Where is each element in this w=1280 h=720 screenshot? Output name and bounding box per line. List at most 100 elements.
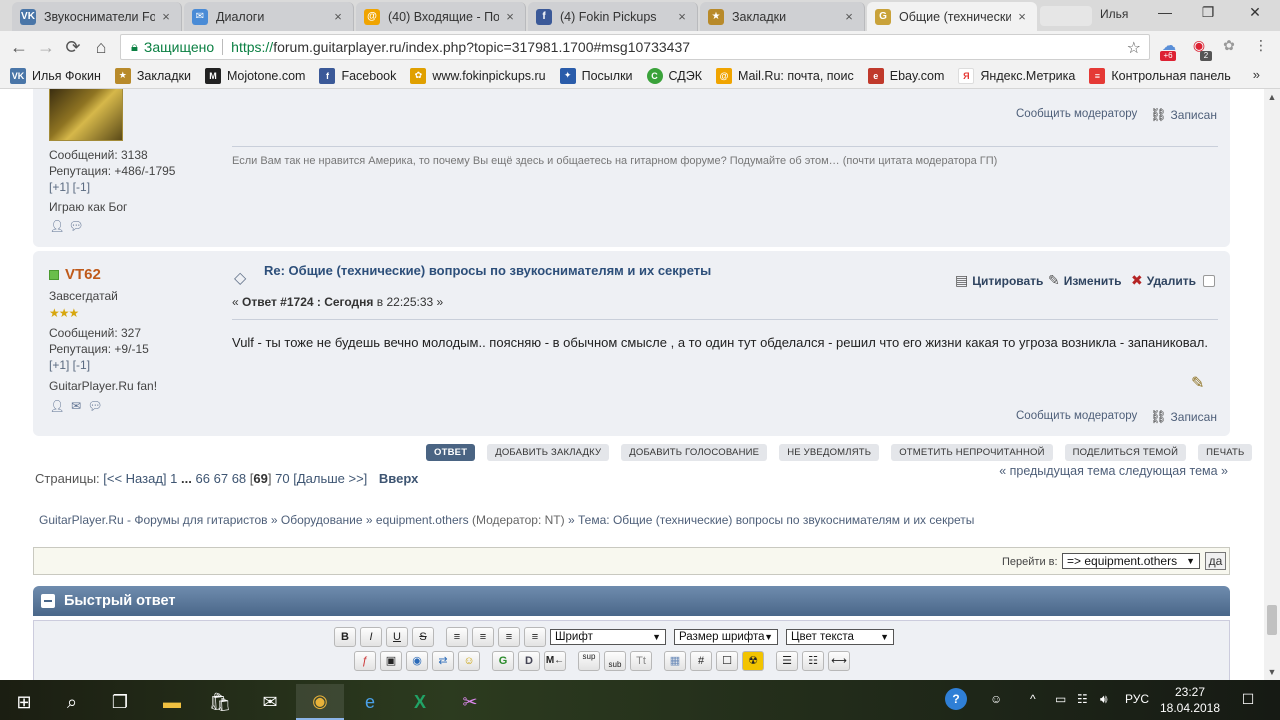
page-scrollbar[interactable]: ▲ ▼ bbox=[1264, 89, 1280, 680]
font-select[interactable]: Шрифт ▼ bbox=[550, 629, 666, 645]
numbered-list-button[interactable]: ☷ bbox=[802, 651, 824, 671]
font-size-select[interactable]: Размер шрифта ▼ bbox=[674, 629, 778, 645]
translate-button[interactable]: D bbox=[518, 651, 540, 671]
collapse-icon[interactable] bbox=[41, 594, 55, 608]
username-link[interactable]: VT62 bbox=[65, 266, 101, 283]
bold-button[interactable]: B bbox=[334, 627, 356, 647]
link-button[interactable]: ◉ bbox=[406, 651, 428, 671]
subscript-button[interactable]: sub bbox=[604, 651, 626, 671]
bullet-list-button[interactable]: ☰ bbox=[776, 651, 798, 671]
notification-center-icon[interactable]: ☐ bbox=[1238, 691, 1258, 709]
quote-button[interactable]: ▤ Цитировать bbox=[955, 272, 1043, 289]
tray-expand-icon[interactable]: ^ bbox=[1030, 692, 1036, 706]
rep-vote-links[interactable]: [+1] [-1] bbox=[49, 358, 90, 372]
mail-icon[interactable]: ✉ bbox=[246, 684, 294, 720]
tab-mail-inbox[interactable]: @ (40) Входящие - Поч × bbox=[356, 2, 526, 31]
add-bookmark-button[interactable]: ДОБАВИТЬ ЗАКЛАДКУ bbox=[487, 444, 610, 461]
help-icon[interactable]: ? bbox=[945, 688, 967, 710]
reply-number[interactable]: Ответ #1724 : Сегодня bbox=[242, 295, 373, 309]
reputation-links[interactable]: [+1] [-1] bbox=[49, 358, 90, 372]
minimize-icon[interactable]: — bbox=[1150, 4, 1180, 24]
bookmark-zakladki[interactable]: ★ Закладки bbox=[114, 67, 191, 84]
strike-button[interactable]: S bbox=[412, 627, 434, 647]
clock[interactable]: 23:27 18.04.2018 bbox=[1150, 684, 1230, 716]
search-icon[interactable]: ⌕ bbox=[48, 684, 96, 720]
table-button[interactable]: ▦ bbox=[664, 651, 686, 671]
report-icon[interactable]: ✎ bbox=[1191, 373, 1204, 393]
close-icon[interactable]: × bbox=[675, 9, 689, 24]
breadcrumb-category[interactable]: Оборудование bbox=[281, 513, 363, 527]
page-link[interactable]: 67 bbox=[214, 471, 228, 486]
prev-page-link[interactable]: [<< Назад] bbox=[103, 471, 166, 486]
back-icon[interactable]: ← bbox=[8, 36, 30, 58]
new-tab-button[interactable] bbox=[1040, 6, 1092, 26]
tab-vk[interactable]: VK Звукосниматели Fo × bbox=[12, 2, 182, 31]
profile-icon[interactable]: 👤︎ bbox=[49, 218, 65, 234]
forward-icon[interactable]: → bbox=[35, 36, 57, 58]
profile-icon[interactable]: 👤︎ bbox=[49, 398, 65, 414]
jump-go-button[interactable]: да bbox=[1205, 552, 1226, 570]
align-right-button[interactable]: ≡ bbox=[524, 627, 546, 647]
post-subject[interactable]: Re: Общие (технические) вопросы по звуко… bbox=[264, 263, 744, 278]
tab-fokin-pickups[interactable]: f (4) Fokin Pickups × bbox=[528, 2, 698, 31]
reply-button[interactable]: ОТВЕТ bbox=[426, 444, 476, 461]
add-poll-button[interactable]: ДОБАВИТЬ ГОЛОСОВАНИЕ bbox=[621, 444, 768, 461]
bookmark-cdek[interactable]: С СДЭК bbox=[646, 67, 702, 84]
address-bar[interactable]: 🔒︎ Защищено https:// forum.guitarplayer.… bbox=[120, 34, 1150, 60]
bookmark-control-panel[interactable]: ≡ Контрольная панель bbox=[1089, 67, 1231, 84]
home-icon[interactable]: ⌂ bbox=[90, 36, 112, 58]
bookmark-mailru[interactable]: @ Mail.Ru: почта, поис bbox=[716, 67, 854, 84]
bookmark-ebay[interactable]: e Ebay.com bbox=[867, 67, 944, 84]
bookmark-mojotone[interactable]: M Mojotone.com bbox=[204, 67, 305, 84]
close-icon[interactable]: × bbox=[503, 9, 517, 24]
close-icon[interactable]: × bbox=[331, 9, 345, 24]
settings-extension-icon[interactable]: ✿ bbox=[1218, 37, 1240, 57]
quote-bbc-button[interactable]: ☐ bbox=[716, 651, 738, 671]
breadcrumb-board[interactable]: equipment.others bbox=[376, 513, 469, 527]
print-button[interactable]: ПЕЧАТЬ bbox=[1198, 444, 1253, 461]
page-link[interactable]: 70 bbox=[275, 471, 289, 486]
bookmark-yandex-metrika[interactable]: Я Яндекс.Метрика bbox=[958, 67, 1075, 84]
select-post-checkbox[interactable] bbox=[1203, 275, 1215, 287]
spoiler-button[interactable]: ☢ bbox=[742, 651, 764, 671]
reputation-links[interactable]: [+1] [-1] bbox=[49, 180, 90, 194]
volume-icon[interactable]: 🔊︎ bbox=[1100, 692, 1108, 707]
page-link[interactable]: 68 bbox=[232, 471, 246, 486]
windows-start-icon[interactable]: ⊞ bbox=[0, 684, 48, 720]
reload-icon[interactable]: ⟳ bbox=[62, 36, 84, 58]
email-link-button[interactable]: ⇄ bbox=[432, 651, 454, 671]
flash-button[interactable]: ƒ bbox=[354, 651, 376, 671]
horizontal-rule-button[interactable]: ⟷ bbox=[828, 651, 850, 671]
italic-button[interactable]: I bbox=[360, 627, 382, 647]
rep-vote-links[interactable]: [+1] [-1] bbox=[49, 180, 90, 194]
file-explorer-icon[interactable]: ▬ bbox=[148, 684, 196, 720]
underline-button[interactable]: U bbox=[386, 627, 408, 647]
scroll-up-icon[interactable]: ▲ bbox=[1264, 89, 1280, 105]
page-link[interactable]: 1 bbox=[170, 471, 177, 486]
window-close-icon[interactable]: ✕ bbox=[1240, 4, 1270, 24]
task-view-icon[interactable]: ❐ bbox=[96, 684, 144, 720]
google-button[interactable]: G bbox=[492, 651, 514, 671]
close-icon[interactable]: × bbox=[1015, 9, 1029, 24]
next-page-link[interactable]: [Дальше >>] bbox=[293, 471, 367, 486]
network-icon[interactable]: ☷ bbox=[1077, 692, 1088, 706]
scroll-thumb[interactable] bbox=[1267, 605, 1277, 635]
bookmark-star-icon[interactable]: ☆ bbox=[1127, 38, 1141, 58]
tab-forum-topic[interactable]: G Общие (технически × bbox=[867, 2, 1037, 31]
maximize-icon[interactable]: ❐ bbox=[1193, 4, 1223, 24]
teletype-button[interactable]: Tt bbox=[630, 651, 652, 671]
mark-unread-button[interactable]: ОТМЕТИТЬ НЕПРОЧИТАННОЙ bbox=[891, 444, 1053, 461]
chrome-icon[interactable]: ◉ bbox=[296, 684, 344, 720]
report-to-moderator-link[interactable]: Сообщить модератору bbox=[1016, 108, 1137, 120]
scroll-down-icon[interactable]: ▼ bbox=[1264, 664, 1280, 680]
text-color-select[interactable]: Цвет текста ▼ bbox=[786, 629, 894, 645]
image-button[interactable]: ▣ bbox=[380, 651, 402, 671]
go-top-link[interactable]: Вверх bbox=[379, 471, 418, 486]
excel-icon[interactable]: X bbox=[396, 684, 444, 720]
unnotify-button[interactable]: НЕ УВЕДОМЛЯТЬ bbox=[779, 444, 880, 461]
align-left-icon-button[interactable]: ≡ bbox=[472, 627, 494, 647]
jump-to-select[interactable]: => equipment.others ▼ bbox=[1062, 553, 1200, 569]
report-to-moderator-link[interactable]: Сообщить модератору bbox=[1016, 410, 1137, 422]
bookmark-facebook[interactable]: f Facebook bbox=[319, 67, 396, 84]
bookmark-ilya-fokin[interactable]: VK Илья Фокин bbox=[10, 67, 101, 84]
